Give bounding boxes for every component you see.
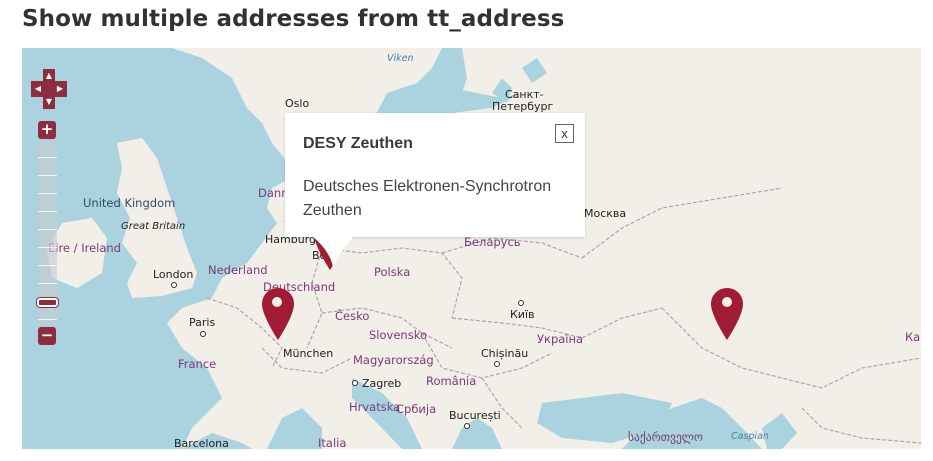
- label-munchen: München: [283, 347, 334, 360]
- city-dot-zagreb: [352, 380, 358, 386]
- map-pin-icon: [262, 288, 294, 340]
- label-eire: Éire / Ireland: [48, 241, 121, 255]
- arrow-down-icon[interactable]: ▼: [43, 96, 55, 108]
- label-london: London: [153, 268, 194, 281]
- map-viewport[interactable]: Viken Oslo Санкт- Петербург Danm United …: [22, 48, 921, 449]
- label-caspian: Caspian: [731, 431, 769, 442]
- label-srbija: Србија: [396, 402, 437, 416]
- city-dot-paris: [200, 331, 206, 337]
- label-hrvatska: Hrvatska: [349, 400, 401, 414]
- arrow-up-icon[interactable]: ▲: [43, 70, 55, 82]
- label-united-kingdom: United Kingdom: [83, 196, 176, 210]
- popup-body: Deutsches Elektronen-Synchrotron Zeuthen: [303, 178, 552, 219]
- label-france: France: [178, 357, 217, 371]
- city-dot-chisinau: [494, 361, 500, 367]
- label-spb-1: Санкт-: [505, 88, 544, 101]
- label-paris: Paris: [189, 316, 216, 329]
- label-ukraina: Україна: [537, 332, 584, 346]
- zoom-in-button[interactable]: +: [38, 121, 56, 139]
- label-polska: Polska: [374, 265, 411, 279]
- label-spb-2: Петербург: [492, 100, 554, 113]
- label-zagreb: Zagreb: [362, 377, 402, 390]
- zoom-slider-handle[interactable]: [37, 298, 58, 307]
- popup-title: DESY Zeuthen: [303, 135, 413, 152]
- arrow-right-icon[interactable]: ▶: [54, 83, 66, 95]
- label-nederland: Nederland: [208, 263, 268, 277]
- label-kaz: Каз: [905, 330, 921, 344]
- marker-karlsruhe[interactable]: [262, 288, 294, 342]
- pan-control: ▲ ▼ ◀ ▶: [31, 69, 67, 109]
- label-romania: România: [426, 374, 477, 388]
- label-barcelona: Barcelona: [174, 437, 229, 449]
- city-dot-bucuresti: [464, 423, 470, 429]
- label-italia: Italia: [318, 436, 347, 449]
- label-bucuresti: București: [449, 409, 501, 422]
- marker-russia[interactable]: [711, 288, 743, 342]
- zoom-out-button[interactable]: −: [38, 327, 56, 345]
- city-dot-london: [171, 282, 177, 288]
- popup-close-button[interactable]: x: [555, 124, 574, 143]
- popup-tail: [313, 237, 353, 267]
- arrow-left-icon[interactable]: ◀: [32, 83, 44, 95]
- label-magyarorszag: Magyarország: [353, 353, 434, 367]
- label-kyiv: Київ: [510, 308, 535, 321]
- map-pin-icon: [711, 288, 743, 340]
- city-dot-kyiv: [518, 300, 524, 306]
- label-moskva: Москва: [584, 207, 627, 220]
- label-great-britain: Great Britain: [121, 221, 186, 232]
- label-viken: Viken: [387, 53, 414, 64]
- label-oslo: Oslo: [285, 97, 310, 110]
- label-slovensko: Slovensko: [369, 328, 427, 342]
- info-popup: DESY Zeuthen Deutsches Elektronen-Synchr…: [285, 113, 585, 267]
- label-belarus: Беларусь: [464, 235, 521, 249]
- label-cesko: Česko: [335, 309, 370, 323]
- page-title: Show multiple addresses from tt_address: [22, 6, 565, 32]
- label-sakartvelo: საქართველო: [628, 430, 703, 444]
- label-chisinau: Chișinău: [481, 347, 529, 360]
